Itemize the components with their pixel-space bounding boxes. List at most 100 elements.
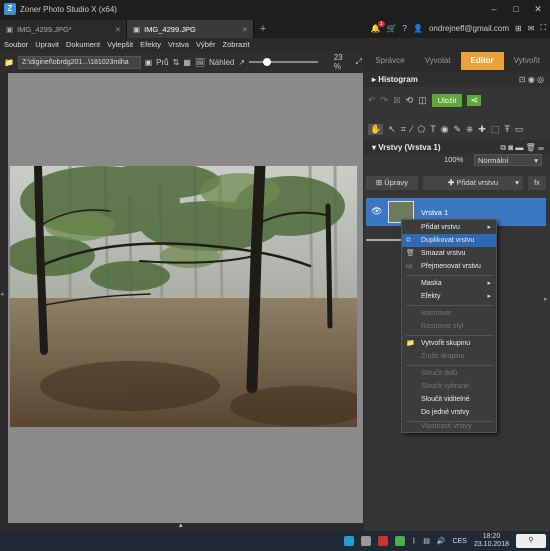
- adjustments-button[interactable]: ⊞ Úpravy: [366, 176, 418, 190]
- mode-editor[interactable]: Editor: [460, 52, 504, 70]
- brush-tool-icon[interactable]: ✎: [454, 124, 462, 135]
- histogram-tools-icon[interactable]: ⊡ ◉ ◎: [519, 72, 544, 87]
- app-icon[interactable]: [344, 536, 354, 546]
- menu-label: Vytvořit skupinu: [421, 340, 471, 347]
- mode-vyvolat[interactable]: Vyvolat: [415, 52, 461, 70]
- menu-vrstva[interactable]: Vrstva: [168, 40, 189, 49]
- layer-name[interactable]: Vrstva 1: [421, 208, 448, 217]
- layers-header[interactable]: ▾ Vrstvy (Vrstva 1) ⧉ ◙ ▬ 🗑 ☰: [364, 140, 550, 155]
- eye-icon[interactable]: 👁: [371, 206, 382, 217]
- submenu-arrow-icon: ▸: [487, 280, 491, 287]
- menu-label: Vlastnosti vrstvy: [421, 423, 472, 430]
- right-panel-toggle-icon[interactable]: ▸: [544, 295, 548, 303]
- text-tool-icon[interactable]: T: [430, 124, 436, 134]
- hand-tool-icon[interactable]: ✋: [368, 123, 384, 135]
- sort-icon[interactable]: ⇅: [173, 58, 180, 67]
- fx-button[interactable]: fx: [528, 176, 546, 190]
- bottom-panel-toggle-icon[interactable]: ▴: [179, 521, 183, 529]
- menu-item-merge-visible[interactable]: Sloučit viditelné: [402, 393, 496, 406]
- compare-icon[interactable]: ◫: [418, 95, 427, 106]
- undo-icon[interactable]: ↶: [368, 95, 376, 106]
- folder-icon[interactable]: 📁: [4, 58, 14, 67]
- account-email[interactable]: ondrejneff@gmail.com: [429, 24, 509, 33]
- maximize-button[interactable]: □: [505, 0, 527, 18]
- straighten-tool-icon[interactable]: ∕: [411, 124, 413, 134]
- menu-zobrazit[interactable]: Zobrazit: [223, 40, 250, 49]
- photo[interactable]: [10, 166, 357, 427]
- menu-item-flatten[interactable]: Do jedné vrstvy: [402, 406, 496, 419]
- bell-icon[interactable]: 🔔 1: [371, 20, 385, 33]
- mode-spravce[interactable]: Správce: [365, 52, 414, 70]
- menu-vylepsit[interactable]: Vylepšit: [107, 40, 133, 49]
- blend-mode-select[interactable]: Normální ▾: [474, 154, 542, 166]
- close-button[interactable]: ✕: [527, 0, 549, 18]
- menu-item-delete-layer[interactable]: 🗑 Smazat vrstvu: [402, 247, 496, 260]
- left-panel-toggle-icon[interactable]: ◂: [0, 290, 4, 298]
- menu-item-mask[interactable]: Maska ▸: [402, 277, 496, 290]
- snapshot-icon[interactable]: ⊠: [393, 95, 401, 106]
- browse-icon[interactable]: ▣: [145, 58, 153, 67]
- help-icon[interactable]: ?: [403, 24, 407, 33]
- crop-tool-icon[interactable]: ⌗: [401, 124, 406, 135]
- minimize-button[interactable]: –: [483, 0, 505, 18]
- fullscreen-icon[interactable]: ⛶: [540, 23, 546, 33]
- heal-tool-icon[interactable]: ✚: [478, 124, 486, 135]
- redo-icon[interactable]: ↷: [381, 95, 389, 106]
- clone-tool-icon[interactable]: ⎈: [466, 124, 473, 135]
- cart-icon[interactable]: 🛒: [387, 24, 397, 33]
- rotate-icon[interactable]: ⟲: [406, 95, 414, 106]
- export-icon[interactable]: ↗: [238, 58, 245, 67]
- pass-dropdown[interactable]: Prů: [156, 58, 168, 67]
- grid-icon[interactable]: ⊞: [515, 24, 522, 33]
- menu-efekty[interactable]: Efekty: [140, 40, 161, 49]
- clock[interactable]: 18:20 23.10.2018: [474, 533, 509, 549]
- close-tab-icon[interactable]: ✕: [242, 25, 248, 34]
- font-tool-icon[interactable]: Ŧ: [504, 124, 510, 134]
- import-icon[interactable]: ▦: [183, 58, 191, 67]
- menu-item-effects[interactable]: Efekty ▸: [402, 290, 496, 303]
- close-tab-icon[interactable]: ✕: [115, 25, 121, 34]
- layer-header-icons[interactable]: ⧉ ◙ ▬ 🗑 ☰: [500, 140, 544, 155]
- network-icon[interactable]: ▤: [423, 537, 430, 545]
- menu-soubor[interactable]: Soubor: [4, 40, 28, 49]
- language-indicator[interactable]: CES: [453, 538, 467, 545]
- zoom-slider-thumb[interactable]: [263, 58, 272, 66]
- preview-icon[interactable]: 🖼: [195, 58, 205, 67]
- notification-center-icon[interactable]: ⚲: [516, 534, 546, 548]
- menu-vyber[interactable]: Výběr: [196, 40, 216, 49]
- menu-dokument[interactable]: Dokument: [66, 40, 100, 49]
- app-icon[interactable]: [395, 536, 405, 546]
- message-icon[interactable]: ✉: [528, 24, 535, 33]
- tab-image-1[interactable]: ▣ IMG_4299.JPG* ✕: [0, 20, 127, 38]
- histogram-header[interactable]: ▸ Histogram ⊡ ◉ ◎: [364, 72, 550, 87]
- selection-tool-icon[interactable]: ⬚: [491, 124, 500, 135]
- menu-item-add-layer[interactable]: Přidat vrstvu ▸: [402, 221, 496, 234]
- menu-item-create-group[interactable]: 📁 Vytvořit skupinu: [402, 337, 496, 350]
- preview-label[interactable]: Náhled: [209, 58, 234, 67]
- volume-icon[interactable]: 🔊: [437, 537, 446, 545]
- adjustments-label: Úpravy: [384, 178, 409, 187]
- share-icon[interactable]: ⋖: [467, 94, 482, 106]
- new-tab-button[interactable]: +: [254, 20, 272, 38]
- tab-image-2[interactable]: ▣ IMG_4299.JPG ✕: [127, 20, 254, 38]
- zoom-slider[interactable]: [249, 58, 318, 66]
- perspective-tool-icon[interactable]: ⬠: [417, 124, 425, 135]
- path-field[interactable]: Z:\diginef\obrdg201...\181023mlha: [17, 55, 141, 69]
- clock-time: 18:20: [482, 533, 501, 540]
- save-button[interactable]: Uložit: [431, 93, 463, 107]
- add-layer-button[interactable]: ✚ Přidat vrstvu ▾: [423, 176, 523, 190]
- app-icon[interactable]: [378, 536, 388, 546]
- menu-upravit[interactable]: Upravit: [35, 40, 59, 49]
- account-icon[interactable]: 👤: [413, 24, 423, 33]
- move-tool-icon[interactable]: ↖: [388, 124, 396, 135]
- menu-separator: [406, 305, 494, 306]
- menu-item-rename-layer[interactable]: ▭ Přejmenovat vrstvu: [402, 260, 496, 273]
- menu-item-duplicate-layer[interactable]: ⧉ Duplikovat vrstvu: [402, 234, 496, 247]
- bluetooth-icon[interactable]: ᛒ: [412, 538, 416, 545]
- app-icon[interactable]: [361, 536, 371, 546]
- menu-label: Přidat vrstvu: [421, 224, 460, 231]
- zoom-fit-icon[interactable]: ⤢: [356, 57, 362, 67]
- mode-vytvorit[interactable]: Vytvořit: [504, 52, 550, 70]
- redeye-tool-icon[interactable]: ◉: [441, 124, 449, 135]
- shape-tool-icon[interactable]: ▭: [515, 124, 524, 135]
